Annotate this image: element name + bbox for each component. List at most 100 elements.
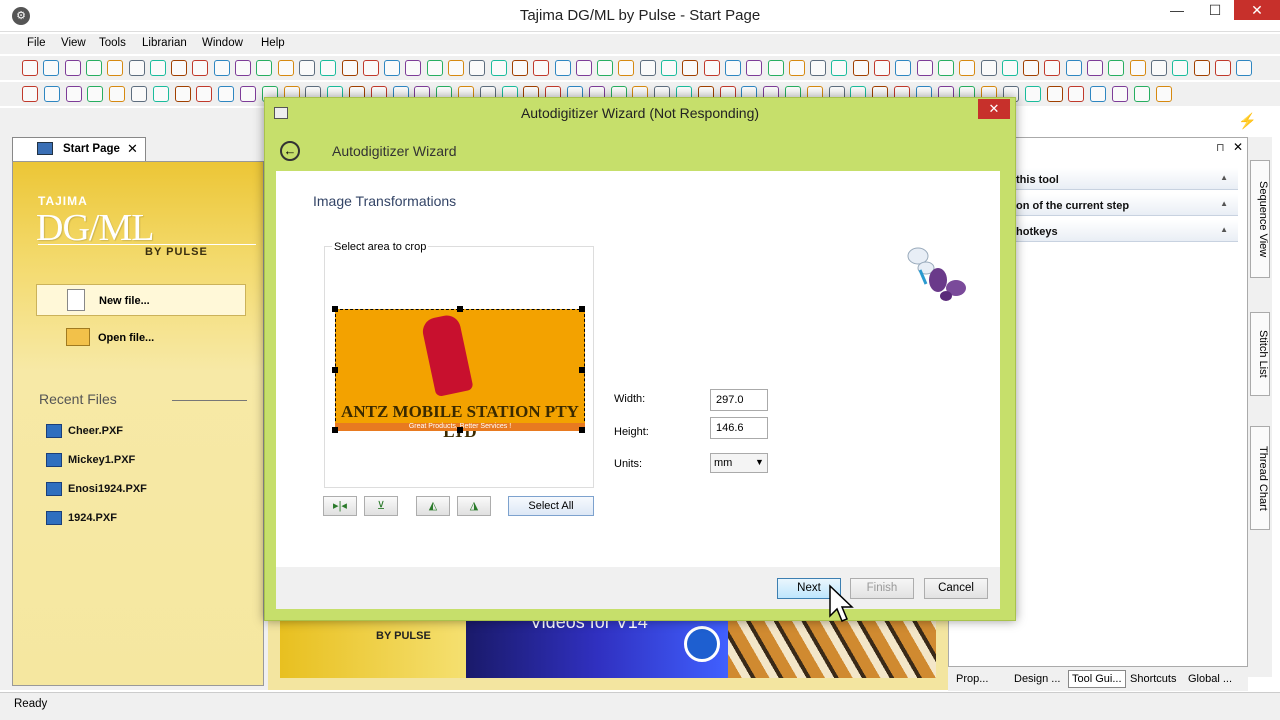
toolbar-tool-icon[interactable] [87, 86, 104, 102]
maximize-button[interactable]: ☐ [1198, 2, 1232, 24]
toolbar-tool-icon[interactable] [1129, 60, 1146, 76]
toolbar-tool-icon[interactable] [1193, 60, 1210, 76]
open-file-button[interactable]: Open file... [36, 322, 246, 354]
toolbar-tool-icon[interactable] [895, 60, 912, 76]
toolbar-tool-icon[interactable] [937, 60, 954, 76]
menu-librarian[interactable]: Librarian [142, 37, 187, 49]
toolbar-tool-icon[interactable] [256, 60, 273, 76]
toolbar-tool-icon[interactable] [490, 60, 507, 76]
banner-videos[interactable]: Videos for V14 [466, 612, 728, 678]
recent-file-item[interactable]: Cheer.PXF [46, 424, 123, 438]
tab-properties[interactable]: Prop... [956, 673, 988, 685]
tab-design[interactable]: Design ... [1014, 673, 1060, 685]
toolbar-tool-icon[interactable] [1087, 60, 1103, 76]
tab-global[interactable]: Global ... [1188, 673, 1232, 685]
toolbar-tool-icon[interactable] [767, 60, 784, 76]
tab-sequence-view[interactable]: Sequence View [1250, 160, 1270, 278]
recent-file-item[interactable]: Mickey1.PXF [46, 453, 135, 467]
toolbar-tool-icon[interactable] [1001, 60, 1018, 76]
toolbar-tool-icon[interactable] [618, 60, 635, 76]
pin-icon[interactable]: ⚡ [1238, 112, 1257, 130]
toolbar-tool-icon[interactable] [1236, 60, 1253, 76]
menu-window[interactable]: Window [202, 37, 243, 49]
toolbar-tool-icon[interactable] [788, 60, 805, 76]
menu-tools[interactable]: Tools [99, 37, 126, 49]
toolbar-tool-icon[interactable] [320, 60, 337, 76]
tab-stitch-list[interactable]: Stitch List [1250, 312, 1270, 396]
close-icon[interactable]: ✕ [127, 141, 138, 157]
toolbar-tool-icon[interactable] [1023, 60, 1040, 76]
toolbar-tool-icon[interactable] [511, 60, 528, 76]
toolbar-tool-icon[interactable] [661, 60, 677, 76]
toolbar-tool-icon[interactable] [149, 60, 166, 76]
toolbar-tool-icon[interactable] [131, 86, 147, 102]
close-button[interactable]: ✕ [1234, 0, 1280, 20]
tab-tool-guide[interactable]: Tool Gui... [1068, 670, 1126, 688]
toolbar-tool-icon[interactable] [1044, 60, 1061, 76]
toolbar-tool-icon[interactable] [469, 60, 486, 76]
toolbar-tool-icon[interactable] [703, 60, 720, 76]
toolbar-tool-icon[interactable] [682, 60, 699, 76]
toolbar-tool-icon[interactable] [1172, 60, 1189, 76]
toolbar-tool-icon[interactable] [533, 60, 550, 76]
crop-handle[interactable] [332, 427, 338, 433]
toolbar-tool-icon[interactable] [64, 60, 81, 76]
recent-file-item[interactable]: 1924.PXF [46, 511, 117, 525]
toolbar-tool-icon[interactable] [575, 60, 592, 76]
toolbar-tool-icon[interactable] [852, 60, 869, 76]
toolbar-tool-icon[interactable] [1150, 60, 1167, 76]
crop-handle[interactable] [457, 427, 463, 433]
accordion-current-step[interactable]: on of the current step ▲ [1000, 194, 1238, 216]
accordion-hotkeys[interactable]: hotkeys ▲ [1000, 220, 1238, 242]
toolbar-tool-icon[interactable] [1090, 86, 1107, 102]
toolbar-tool-icon[interactable] [174, 86, 191, 102]
crop-handle[interactable] [332, 306, 338, 312]
toolbar-tool-icon[interactable] [980, 60, 997, 76]
toolbar-tool-icon[interactable] [1214, 60, 1231, 76]
close-panel-icon[interactable]: ✕ [1233, 140, 1243, 154]
toolbar-tool-icon[interactable] [959, 60, 976, 76]
toolbar-tool-icon[interactable] [341, 60, 358, 76]
toolbar-tool-icon[interactable] [746, 60, 763, 76]
back-arrow-icon[interactable]: ← [280, 141, 300, 161]
rotate-left-button[interactable]: ◭ [416, 496, 450, 516]
menu-help[interactable]: Help [261, 37, 285, 49]
width-input[interactable]: 297.0 [710, 389, 768, 411]
toolbar-tool-icon[interactable] [831, 60, 848, 76]
rotate-right-button[interactable]: ◮ [457, 496, 491, 516]
toolbar-tool-icon[interactable] [1065, 60, 1082, 76]
toolbar-tool-icon[interactable] [1046, 86, 1063, 102]
units-select[interactable]: mm ▼ [710, 453, 768, 473]
height-input[interactable]: 146.6 [710, 417, 768, 439]
toolbar-tool-icon[interactable] [22, 86, 38, 102]
toolbar-tool-icon[interactable] [448, 60, 464, 76]
toolbar-tool-icon[interactable] [128, 60, 145, 76]
crop-handle[interactable] [332, 367, 338, 373]
toolbar-tool-icon[interactable] [218, 86, 235, 102]
toolbar-tool-icon[interactable] [152, 86, 169, 102]
toolbar-tool-icon[interactable] [384, 60, 401, 76]
toolbar-tool-icon[interactable] [1024, 86, 1041, 102]
crop-handle[interactable] [579, 367, 585, 373]
toolbar-tool-icon[interactable] [43, 86, 60, 102]
toolbar-tool-icon[interactable] [43, 60, 60, 76]
crop-handle[interactable] [579, 306, 585, 312]
toolbar-tool-icon[interactable] [107, 60, 124, 76]
toolbar-tool-icon[interactable] [1108, 60, 1125, 76]
toolbar-tool-icon[interactable] [171, 60, 188, 76]
toolbar-tool-icon[interactable] [1133, 86, 1150, 102]
tab-shortcuts[interactable]: Shortcuts [1130, 673, 1176, 685]
finish-button[interactable]: Finish [850, 578, 914, 599]
toolbar-tool-icon[interactable] [213, 60, 230, 76]
toolbar-tool-icon[interactable] [240, 86, 256, 102]
cancel-button[interactable]: Cancel [924, 578, 988, 599]
toolbar-tool-icon[interactable] [235, 60, 251, 76]
toolbar-tool-icon[interactable] [639, 60, 656, 76]
flip-vertical-button[interactable]: ⊻ [364, 496, 398, 516]
banner-tiger[interactable] [728, 618, 936, 678]
tab-thread-chart[interactable]: Thread Chart [1250, 426, 1270, 530]
dialog-close-button[interactable]: ✕ [978, 99, 1010, 119]
toolbar-tool-icon[interactable] [405, 60, 422, 76]
toolbar-tool-icon[interactable] [109, 86, 126, 102]
toolbar-tool-icon[interactable] [426, 60, 443, 76]
